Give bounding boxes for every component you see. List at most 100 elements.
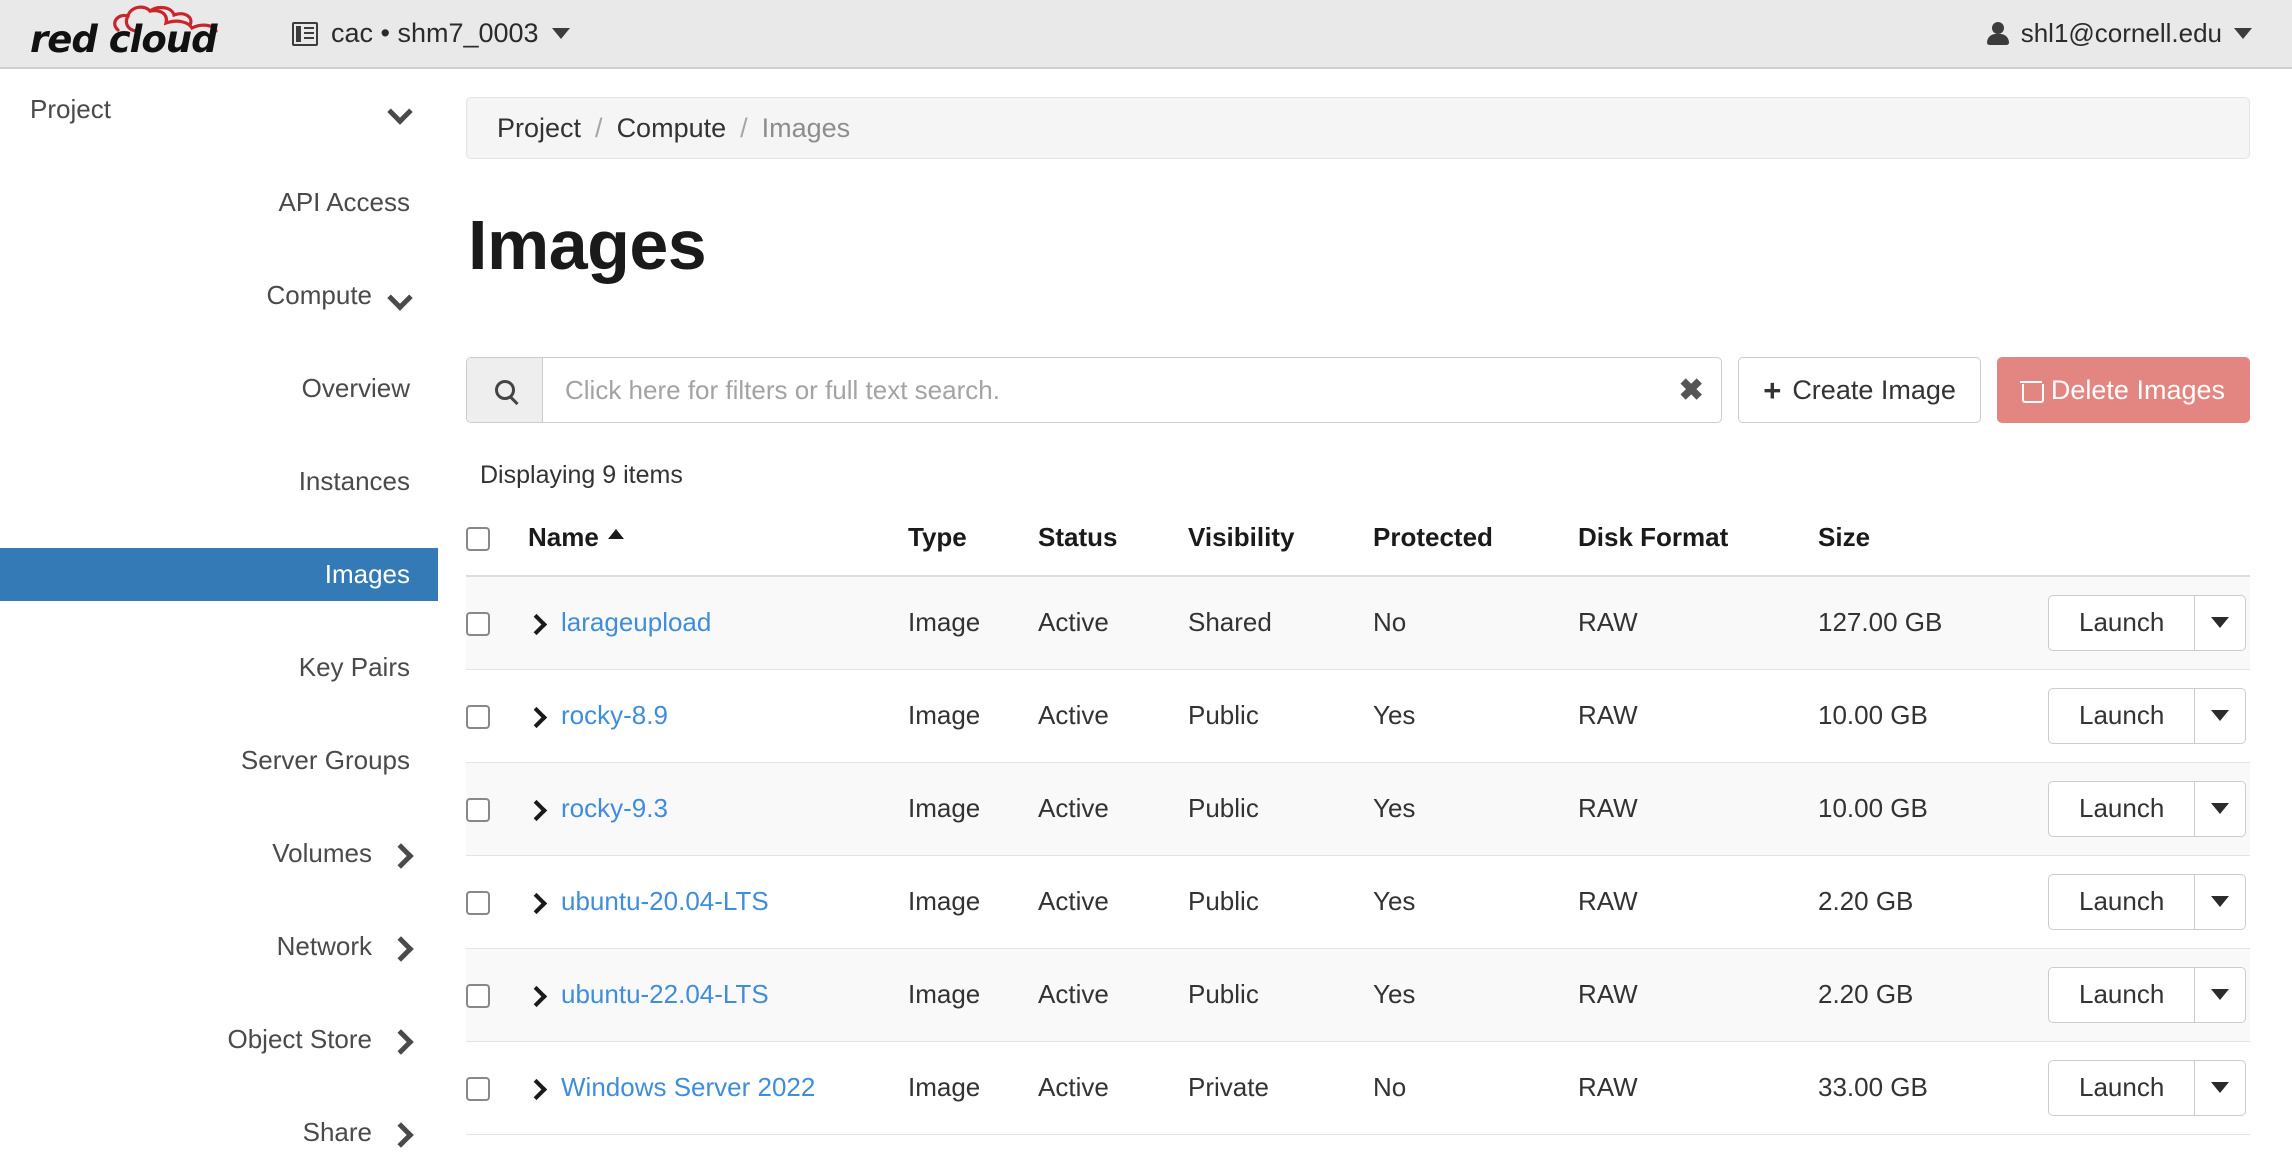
- row-checkbox[interactable]: [466, 891, 490, 915]
- column-header-status[interactable]: Status: [1038, 512, 1188, 576]
- sidebar-item-label: Overview: [302, 373, 410, 404]
- row-type-cell: Image: [908, 855, 1038, 948]
- launch-dropdown-toggle[interactable]: [2194, 1061, 2245, 1115]
- sidebar-item-label: Instances: [299, 466, 410, 497]
- sidebar-item-instances[interactable]: Instances: [0, 455, 438, 508]
- image-name-link[interactable]: Windows Server 2022: [561, 1072, 815, 1103]
- column-header-size[interactable]: Size: [1818, 512, 2048, 576]
- clear-search-icon[interactable]: ✖: [1661, 358, 1721, 422]
- launch-dropdown-toggle[interactable]: [2194, 875, 2245, 929]
- column-header-visibility[interactable]: Visibility: [1188, 512, 1373, 576]
- sidebar-item-server-groups[interactable]: Server Groups: [0, 734, 438, 787]
- row-select-cell: [466, 576, 528, 669]
- search-input[interactable]: [543, 358, 1661, 422]
- expand-row-icon[interactable]: [528, 614, 544, 632]
- row-status-cell: Active: [1038, 1041, 1188, 1134]
- sidebar-item-overview[interactable]: Overview: [0, 362, 438, 415]
- table-row[interactable]: rocky-8.9ImageActivePublicYesRAW10.00 GB…: [466, 669, 2250, 762]
- sort-asc-icon: [608, 529, 624, 539]
- row-checkbox[interactable]: [466, 798, 490, 822]
- table-row[interactable]: ubuntu-20.04-LTSImageActivePublicYesRAW2…: [466, 855, 2250, 948]
- sidebar-item-share[interactable]: Share: [0, 1106, 438, 1152]
- sidebar-item-object-store[interactable]: Object Store: [0, 1013, 438, 1066]
- launch-button[interactable]: Launch: [2049, 596, 2194, 650]
- grid-icon: [292, 22, 318, 46]
- row-select-cell: [466, 669, 528, 762]
- create-image-button[interactable]: + Create Image: [1738, 357, 1981, 423]
- row-actions-cell: Launch: [2048, 762, 2250, 855]
- launch-button[interactable]: Launch: [2049, 782, 2194, 836]
- row-checkbox[interactable]: [466, 612, 490, 636]
- row-size-cell: 127.00 GB: [1818, 576, 2048, 669]
- brand-wordmark: red cloud: [30, 18, 217, 61]
- user-menu[interactable]: shl1@cornell.edu: [1987, 18, 2252, 49]
- breadcrumb: Project / Compute / Images: [466, 97, 2250, 159]
- image-name-link[interactable]: rocky-8.9: [561, 700, 668, 731]
- row-select-cell: [466, 762, 528, 855]
- image-name-link[interactable]: ubuntu-22.04-LTS: [561, 979, 769, 1010]
- launch-dropdown-toggle[interactable]: [2194, 689, 2245, 743]
- sidebar-item-images[interactable]: Images: [0, 548, 438, 601]
- expand-row-icon[interactable]: [528, 800, 544, 818]
- breadcrumb-item-project[interactable]: Project: [497, 113, 581, 144]
- column-header-protected[interactable]: Protected: [1373, 512, 1578, 576]
- breadcrumb-current: Images: [762, 113, 851, 144]
- chevron-right-icon: [390, 844, 410, 864]
- search-icon-button[interactable]: [467, 358, 543, 422]
- row-select-cell: [466, 1041, 528, 1134]
- row-actions: Launch: [2048, 595, 2250, 651]
- launch-button[interactable]: Launch: [2049, 689, 2194, 743]
- row-actions-cell: Launch: [2048, 669, 2250, 762]
- column-header-name-label: Name: [528, 522, 599, 552]
- row-checkbox[interactable]: [466, 705, 490, 729]
- project-switcher[interactable]: cac • shm7_0003: [292, 18, 570, 49]
- chevron-down-icon: [2211, 1082, 2229, 1093]
- delete-images-button[interactable]: Delete Images: [1997, 357, 2250, 423]
- row-checkbox[interactable]: [466, 984, 490, 1008]
- image-name-link[interactable]: ubuntu-20.04-LTS: [561, 886, 769, 917]
- sidebar-item-compute[interactable]: Compute: [0, 269, 438, 322]
- chevron-right-icon: [390, 937, 410, 957]
- sidebar-item-label: Network: [277, 931, 372, 962]
- sidebar-item-project[interactable]: Project: [0, 83, 438, 136]
- image-name-link[interactable]: larageupload: [561, 607, 711, 638]
- row-checkbox[interactable]: [466, 1077, 490, 1101]
- launch-dropdown-toggle[interactable]: [2194, 596, 2245, 650]
- launch-button[interactable]: Launch: [2049, 1061, 2194, 1115]
- row-disk-format-cell: RAW: [1578, 576, 1818, 669]
- image-name-link[interactable]: rocky-9.3: [561, 793, 668, 824]
- row-name-cell: ubuntu-22.04-LTS: [528, 948, 908, 1041]
- column-header-name[interactable]: Name: [528, 512, 908, 576]
- column-header-disk-format[interactable]: Disk Format: [1578, 512, 1818, 576]
- select-all-checkbox[interactable]: [466, 527, 490, 551]
- row-size-cell: 10.00 GB: [1818, 762, 2048, 855]
- expand-row-icon[interactable]: [528, 1079, 544, 1097]
- launch-dropdown-toggle[interactable]: [2194, 782, 2245, 836]
- column-header-actions: [2048, 512, 2250, 576]
- chevron-down-icon: [552, 28, 570, 39]
- sidebar-item-api-access[interactable]: API Access: [0, 176, 438, 229]
- launch-button[interactable]: Launch: [2049, 968, 2194, 1022]
- row-protected-cell: Yes: [1373, 762, 1578, 855]
- expand-row-icon[interactable]: [528, 986, 544, 1004]
- table-header-row: Name Type Status Visibility Protected Di…: [466, 512, 2250, 576]
- sidebar-item-volumes[interactable]: Volumes: [0, 827, 438, 880]
- launch-button[interactable]: Launch: [2049, 875, 2194, 929]
- launch-dropdown-toggle[interactable]: [2194, 968, 2245, 1022]
- table-row[interactable]: rocky-9.3ImageActivePublicYesRAW10.00 GB…: [466, 762, 2250, 855]
- table-row[interactable]: Windows Server 2022ImageActivePrivateNoR…: [466, 1041, 2250, 1134]
- table-row[interactable]: ubuntu-22.04-LTSImageActivePublicYesRAW2…: [466, 948, 2250, 1041]
- sidebar-item-network[interactable]: Network: [0, 920, 438, 973]
- row-protected-cell: No: [1373, 576, 1578, 669]
- row-select-cell: [466, 948, 528, 1041]
- table-row[interactable]: larageuploadImageActiveSharedNoRAW127.00…: [466, 576, 2250, 669]
- row-actions-cell: Launch: [2048, 948, 2250, 1041]
- breadcrumb-item-compute[interactable]: Compute: [617, 113, 727, 144]
- column-header-type[interactable]: Type: [908, 512, 1038, 576]
- sidebar-item-key-pairs[interactable]: Key Pairs: [0, 641, 438, 694]
- brand-logo[interactable]: red cloud: [30, 5, 230, 63]
- row-type-cell: Image: [908, 762, 1038, 855]
- row-disk-format-cell: RAW: [1578, 948, 1818, 1041]
- expand-row-icon[interactable]: [528, 707, 544, 725]
- expand-row-icon[interactable]: [528, 893, 544, 911]
